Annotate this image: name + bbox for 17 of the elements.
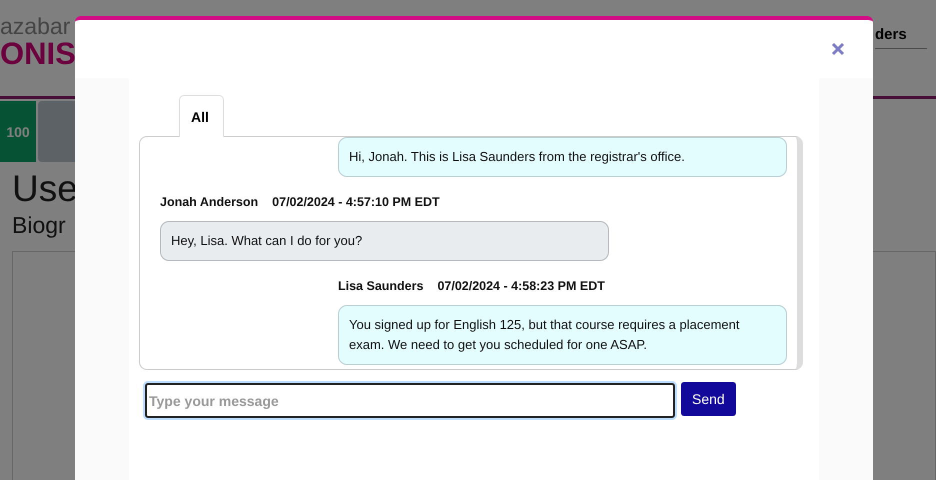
received-message: Hey, Lisa. What can I do for you? [160, 221, 609, 261]
message-time: 07/02/2024 - 4:57:10 PM EDT [272, 195, 440, 209]
sent-message: Hi, Jonah. This is Lisa Saunders from the registrar's office. [338, 137, 787, 177]
logo-text: azabar [0, 14, 72, 38]
close-icon[interactable] [831, 42, 845, 56]
nav-link[interactable]: ders [875, 26, 907, 43]
send-button[interactable]: Send [681, 382, 736, 416]
message-time: 07/02/2024 - 4:58:23 PM EDT [437, 279, 605, 293]
message-input[interactable]: Type your message [145, 383, 675, 418]
sender-name: Lisa Saunders [338, 279, 424, 293]
tab[interactable]: All [179, 95, 224, 137]
score-tile: 100 [0, 101, 36, 162]
logo-text: ONIS [0, 38, 76, 70]
sent-message: You signed up for English 125, but that course requires a placement exam. We need to get you scheduled for one ASAP. [338, 305, 787, 365]
sender-name: Jonah Anderson [160, 195, 258, 209]
page-subheading: Biogr [12, 212, 66, 239]
page-heading: Use [12, 168, 78, 210]
